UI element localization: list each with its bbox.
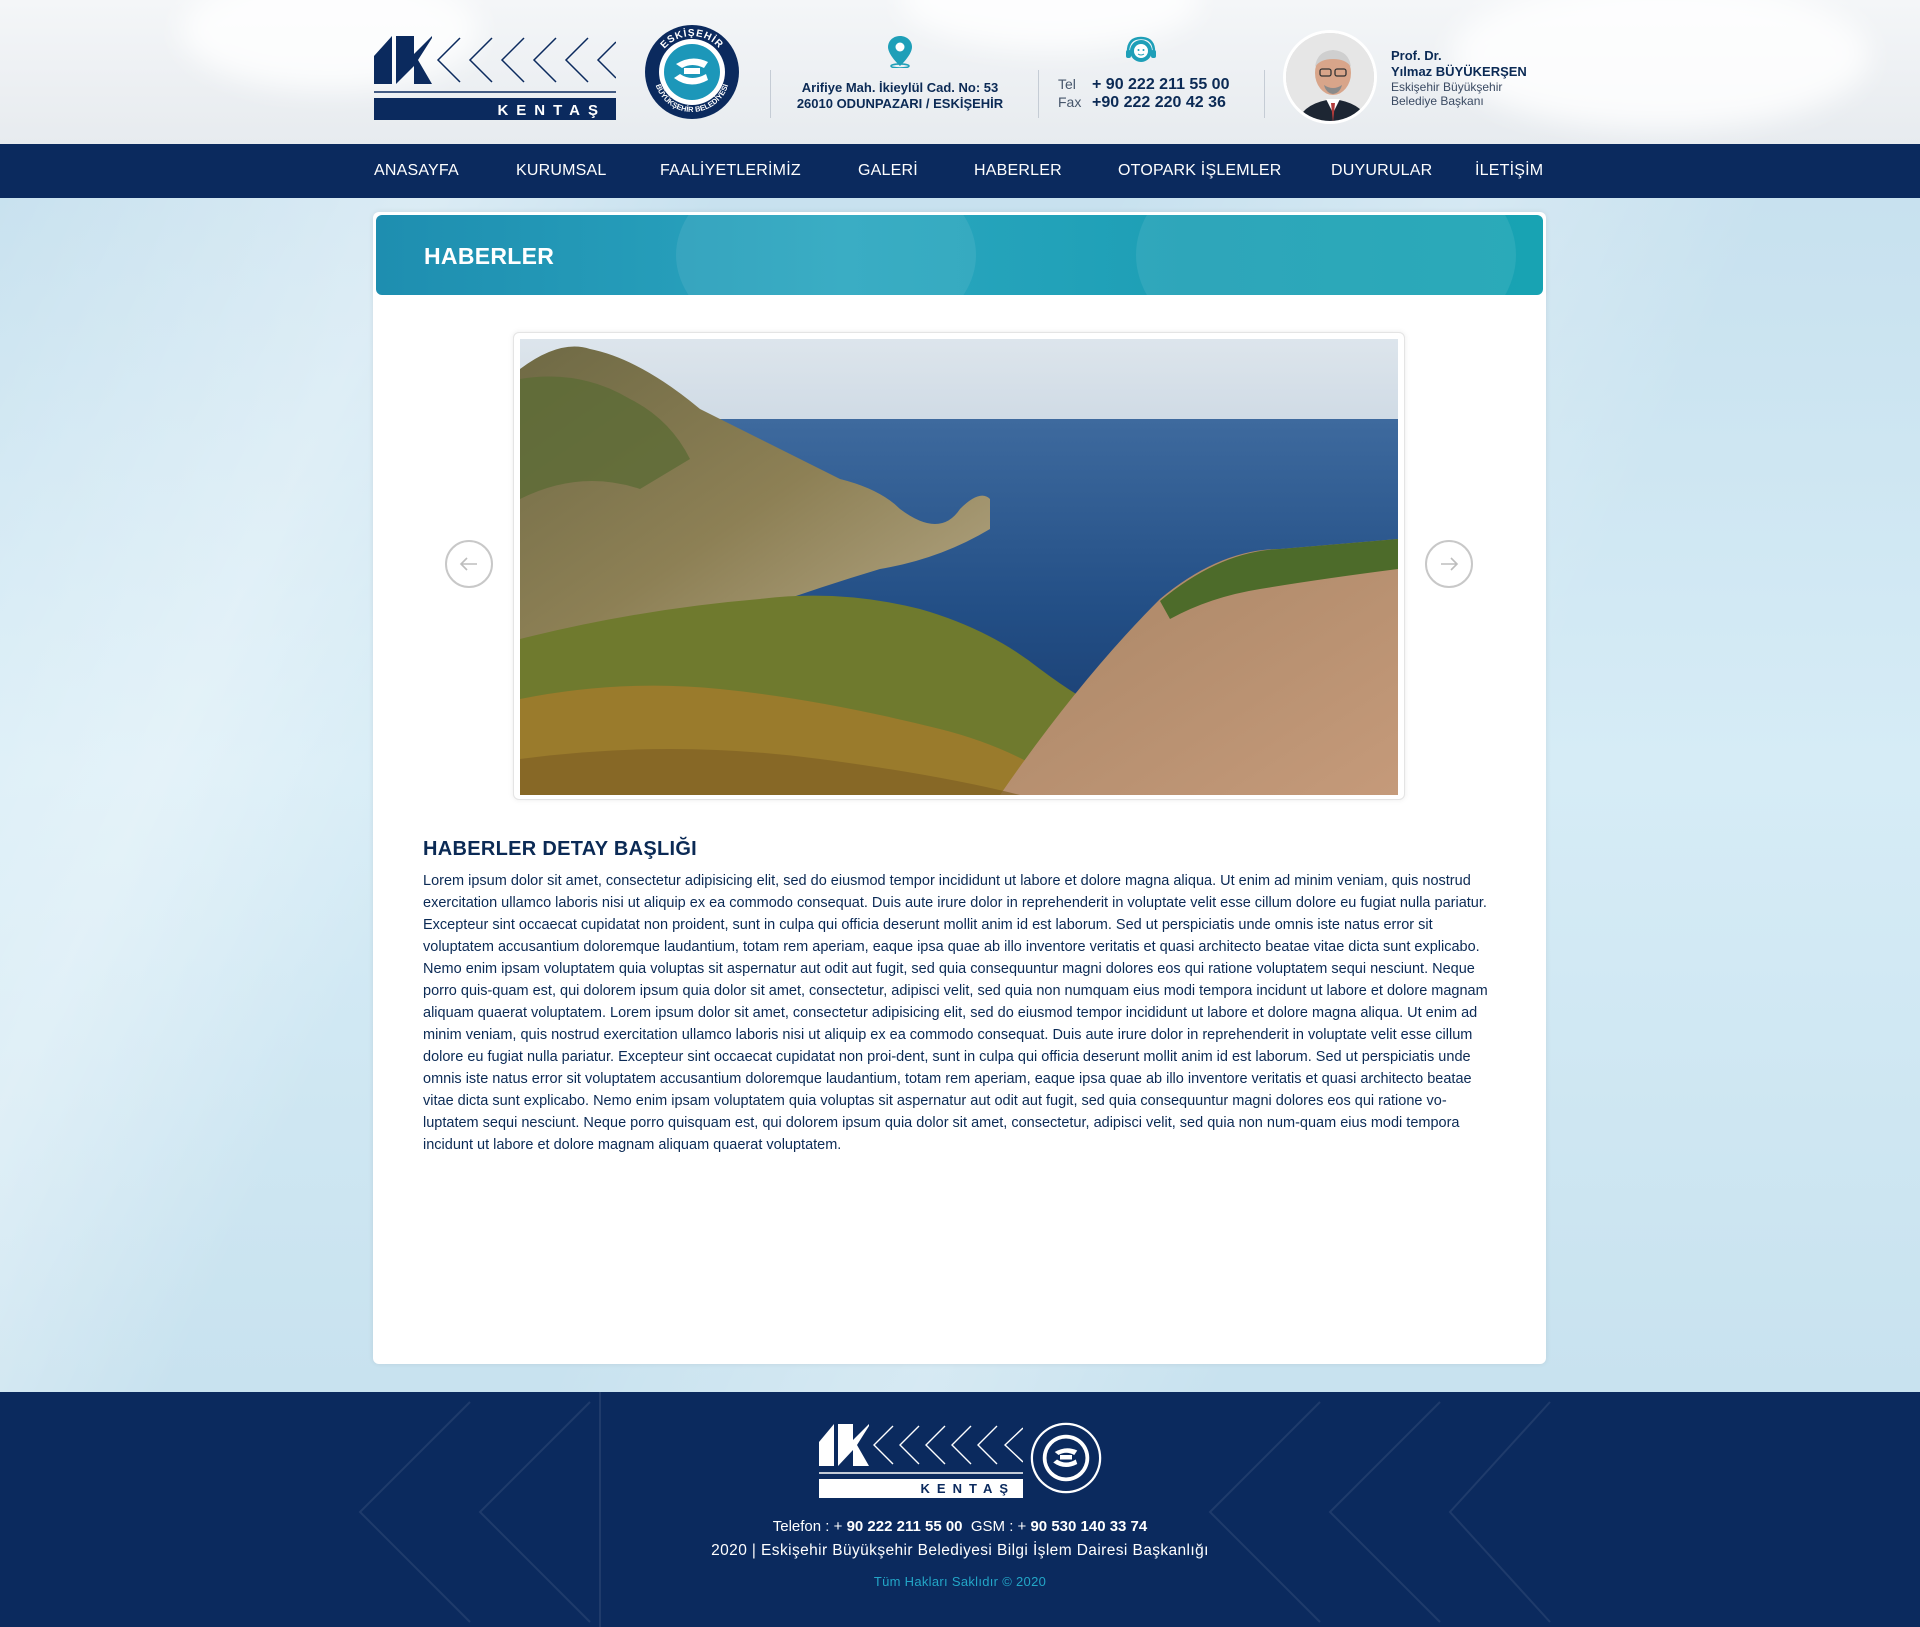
tel-label: Tel	[1058, 76, 1076, 92]
nav-item-iletisim[interactable]: İLETİŞİM	[1475, 144, 1543, 198]
arrow-left-icon	[459, 557, 477, 571]
nav-item-galeri[interactable]: GALERİ	[858, 144, 918, 198]
footer-copyright-line: 2020 | Eskişehir Büyükşehir Belediyesi B…	[711, 1542, 1209, 1559]
banner-glow	[676, 215, 976, 295]
fax-row: Fax +90 222 220 42 36	[1058, 94, 1229, 112]
mayor-role-line-1: Eskişehir Büyükşehir	[1391, 80, 1503, 94]
arrow-right-icon	[1441, 557, 1459, 571]
content-card: HABERLER HABERLER DETAY BAŞLIĞI Lorem ip…	[373, 212, 1546, 1364]
footer-gsm-value[interactable]: 90 530 140 33 74	[1030, 1518, 1147, 1535]
article-title: HABERLER DETAY BAŞLIĞI	[423, 838, 698, 860]
nav-item-haberler[interactable]: HABERLER	[974, 144, 1062, 198]
site-header: KENTAŞ ESKİŞEHİR BÜYÜKŞEHİR BELEDİYESİ A…	[0, 0, 1920, 144]
kentas-logo[interactable]: KENTAŞ	[374, 36, 616, 120]
slide-image	[520, 339, 1398, 795]
footer-kentas-logo[interactable]: KENTAŞ	[819, 1424, 1023, 1498]
nav-item-anasayfa[interactable]: ANASAYFA	[374, 144, 459, 198]
kentas-logo-text: KENTAŞ	[497, 102, 606, 119]
page-banner: HABERLER	[376, 215, 1543, 295]
header-divider	[1038, 70, 1039, 118]
mayor-title: Prof. Dr.	[1391, 48, 1442, 63]
mayor-avatar	[1283, 30, 1377, 124]
footer-rights-text: Tüm Hakları Saklıdır © 2020	[873, 1574, 1047, 1589]
footer-pattern	[1208, 1401, 1551, 1623]
headset-icon	[1126, 36, 1156, 62]
nav-item-kurumsal[interactable]: KURUMSAL	[516, 144, 607, 198]
slider-next-button[interactable]	[1425, 540, 1473, 588]
address-block: Arifiye Mah. İkieylül Cad. No: 53 26010 …	[770, 80, 1030, 112]
eskisehir-seal-logo[interactable]: ESKİŞEHİR BÜYÜKŞEHİR BELEDİYESİ	[644, 24, 740, 120]
header-divider	[1264, 70, 1265, 118]
banner-glow	[1136, 215, 1516, 295]
tel-value[interactable]: + 90 222 211 55 00	[1092, 76, 1229, 94]
contact-block: Tel + 90 222 211 55 00 Fax +90 222 220 4…	[1058, 76, 1229, 112]
footer-pattern	[358, 1392, 601, 1627]
address-line-1: Arifiye Mah. İkieylül Cad. No: 53	[801, 80, 999, 95]
map-pin-icon	[888, 36, 912, 68]
footer-gsm-label: GSM : +	[970, 1518, 1031, 1535]
nav-item-faaliyetlerimiz[interactable]: FAALİYETLERİMİZ	[660, 144, 801, 198]
address-line-2: 26010 ODUNPAZARI / ESKİŞEHİR	[796, 96, 1004, 111]
slider-prev-button[interactable]	[445, 540, 493, 588]
site-footer: KENTAŞ Telefon : + 90 222 211 55 00 GSM …	[0, 1392, 1920, 1627]
mayor-role-line-2: Belediye Başkanı	[1391, 94, 1484, 108]
article-body: Lorem ipsum dolor sit amet, consectetur …	[423, 873, 1488, 1153]
fax-value: +90 222 220 42 36	[1092, 94, 1226, 111]
main-nav: ANASAYFA KURUMSAL FAALİYETLERİMİZ GALERİ…	[0, 144, 1920, 198]
tel-row: Tel + 90 222 211 55 00	[1058, 76, 1229, 94]
nav-item-duyurular[interactable]: DUYURULAR	[1331, 144, 1432, 198]
image-slider	[513, 332, 1405, 800]
page-title: HABERLER	[424, 243, 555, 269]
footer-seal-logo[interactable]	[1030, 1422, 1102, 1494]
mayor-name: Yılmaz BÜYÜKERŞEN	[1391, 64, 1527, 79]
header-divider	[770, 70, 771, 118]
footer-logo-text: KENTAŞ	[921, 1481, 1015, 1496]
mayor-info: Prof. Dr. Yılmaz BÜYÜKERŞEN Eskişehir Bü…	[1391, 48, 1527, 108]
footer-contact-line: Telefon : + 90 222 211 55 00 GSM : + 90 …	[0, 1518, 1920, 1535]
nav-item-otopark-islemler[interactable]: OTOPARK İŞLEMLER	[1118, 144, 1282, 198]
footer-phone-label: Telefon : +	[772, 1518, 847, 1535]
fax-label: Fax	[1058, 94, 1082, 110]
footer-phone-value[interactable]: 90 222 211 55 00	[847, 1518, 963, 1535]
